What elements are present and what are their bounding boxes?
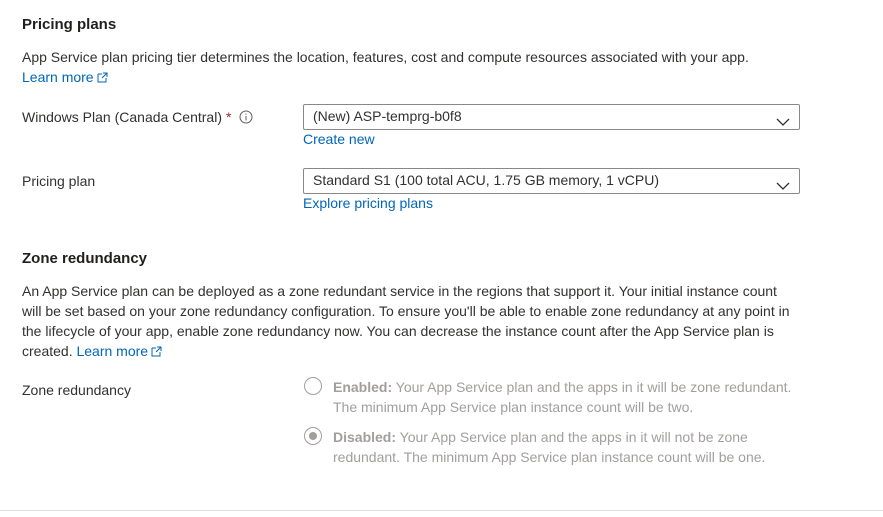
pricing-plan-dropdown[interactable]: Standard S1 (100 total ACU, 1.75 GB memo…: [303, 168, 800, 194]
chevron-down-icon: [776, 177, 790, 195]
windows-plan-label-text: Windows Plan (Canada Central): [22, 109, 222, 125]
enabled-option-title: Enabled:: [333, 379, 393, 395]
disabled-option-description: Your App Service plan and the apps in it…: [333, 429, 766, 465]
info-icon[interactable]: [239, 110, 253, 127]
footer-divider: [0, 510, 883, 511]
radio-button-enabled[interactable]: [304, 377, 322, 395]
zone-learn-more-label: Learn more: [76, 343, 149, 359]
external-link-icon: [97, 68, 108, 88]
disabled-option-text: Disabled: Your App Service plan and the …: [333, 427, 803, 467]
zone-redundancy-heading: Zone redundancy: [22, 250, 148, 267]
external-link-icon: [151, 342, 162, 362]
zone-learn-more-link[interactable]: Learn more: [76, 343, 162, 359]
zone-redundancy-description: An App Service plan can be deployed as a…: [22, 281, 797, 362]
pricing-learn-more-link[interactable]: Learn more: [22, 69, 108, 85]
pricing-plans-description: App Service plan pricing tier determines…: [22, 47, 812, 88]
windows-plan-dropdown[interactable]: (New) ASP-temprg-b0f8: [303, 104, 800, 130]
app-service-pricing-page: Pricing plans App Service plan pricing t…: [0, 0, 883, 517]
chevron-down-icon: [776, 113, 790, 131]
radio-selected-dot: [309, 432, 317, 440]
windows-plan-label: Windows Plan (Canada Central) *: [22, 109, 253, 127]
pricing-plan-label: Pricing plan: [22, 173, 96, 189]
pricing-learn-more-label: Learn more: [22, 69, 94, 85]
pricing-plans-heading: Pricing plans: [22, 16, 117, 33]
pricing-plans-description-text: App Service plan pricing tier determines…: [22, 49, 749, 65]
windows-plan-selected-value: (New) ASP-temprg-b0f8: [313, 108, 462, 124]
disabled-option-title: Disabled:: [333, 429, 397, 445]
explore-pricing-plans-link[interactable]: Explore pricing plans: [303, 195, 433, 211]
enabled-option-text: Enabled: Your App Service plan and the a…: [333, 377, 803, 417]
radio-button-disabled[interactable]: [304, 427, 322, 445]
enabled-option-description: Your App Service plan and the apps in it…: [333, 379, 792, 415]
required-asterisk: *: [225, 109, 232, 125]
zone-redundancy-field-label: Zone redundancy: [22, 382, 131, 398]
pricing-plan-selected-value: Standard S1 (100 total ACU, 1.75 GB memo…: [313, 172, 660, 188]
create-new-link[interactable]: Create new: [303, 131, 375, 147]
